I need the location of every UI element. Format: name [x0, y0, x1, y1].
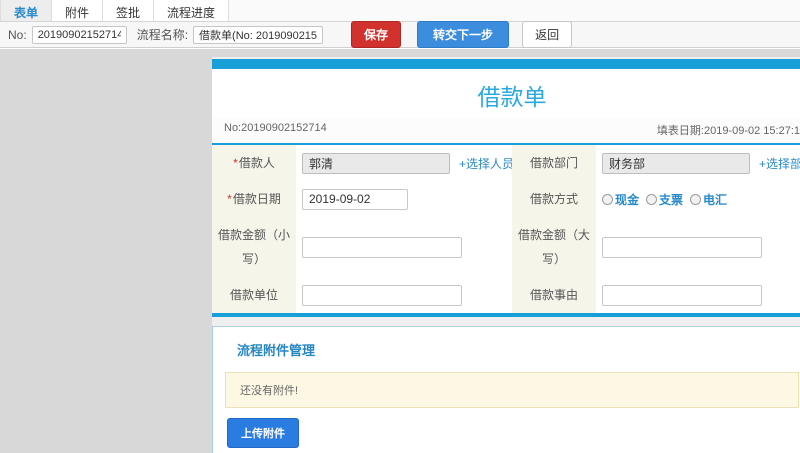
select-person-link[interactable]: +选择人员 — [459, 155, 514, 172]
radio-check[interactable]: 支票 — [646, 191, 683, 208]
back-button[interactable]: 返回 — [522, 21, 573, 48]
borrow-reason-input[interactable] — [602, 284, 762, 306]
form-date-text: 填表日期:2019-09-02 15:27:1 — [656, 125, 800, 137]
borrow-date-label: *借款日期 — [212, 181, 296, 217]
form-no-text: No:20190902152714 — [224, 122, 327, 134]
required-asterisk: * — [227, 192, 232, 206]
borrow-unit-input[interactable] — [302, 284, 462, 306]
action-toolbar: No: 流程名称: 保存 转交下一步 返回 — [0, 21, 800, 48]
amount-lowercase-input[interactable] — [302, 236, 462, 258]
forward-next-step-button[interactable]: 转交下一步 — [417, 21, 510, 48]
tab-approval[interactable]: 签批 — [103, 0, 155, 21]
department-label: 借款部门 — [512, 145, 596, 181]
borrow-date-input[interactable] — [302, 188, 408, 210]
amount-uppercase-input[interactable] — [602, 236, 762, 258]
tab-form[interactable]: 表单 — [0, 0, 53, 21]
amount-uppercase-field-cell — [596, 217, 800, 277]
borrow-reason-label: 借款事由 — [512, 277, 596, 313]
no-input[interactable] — [31, 25, 127, 44]
no-label: No: — [8, 27, 27, 42]
borrow-date-field-cell — [296, 181, 512, 217]
flow-name-label: 流程名称: — [136, 28, 189, 42]
amount-lowercase-label: 借款金额（小写） — [212, 217, 296, 277]
tab-attachment[interactable]: 附件 — [52, 0, 104, 21]
loan-form-table: *借款人 +选择人员 借款部门 +选择部门 *借款日期 — [212, 145, 800, 317]
borrow-method-field-cell: 现金 支票 电汇 — [596, 181, 800, 217]
department-field-cell: +选择部门 — [596, 145, 800, 181]
loan-form-sheet: 借款单 No:20190902152714 填表日期:2019-09-02 15… — [212, 59, 800, 317]
borrower-label: *借款人 — [212, 145, 296, 181]
select-department-link[interactable]: +选择部门 — [759, 155, 800, 172]
borrow-reason-field-cell — [596, 277, 800, 313]
radio-wire-transfer[interactable]: 电汇 — [690, 191, 727, 208]
attachment-panel-header: 流程附件管理 — [237, 343, 316, 358]
panel-top-accent-bar — [212, 59, 800, 69]
borrow-unit-field-cell — [296, 277, 512, 313]
amount-uppercase-label: 借款金额（大写） — [512, 217, 596, 277]
tab-bar: 表单 附件 签批 流程进度 — [0, 0, 800, 22]
attachment-panel: 流程附件管理 还没有附件! 上传附件 — [212, 326, 800, 453]
save-button[interactable]: 保存 — [351, 21, 402, 48]
radio-cash[interactable]: 现金 — [602, 191, 639, 208]
department-input[interactable] — [602, 152, 750, 174]
radio-button-icon[interactable] — [690, 193, 702, 205]
borrow-method-label: 借款方式 — [512, 181, 596, 217]
borrower-field-cell: +选择人员 — [296, 145, 514, 181]
workspace-background: 借款单 No:20190902152714 填表日期:2019-09-02 15… — [0, 49, 800, 453]
form-title: 借款单 — [477, 84, 547, 110]
borrow-method-radio-group: 现金 支票 电汇 — [602, 191, 734, 208]
tab-process-progress[interactable]: 流程进度 — [154, 0, 230, 21]
borrow-unit-label: 借款单位 — [212, 277, 296, 313]
radio-button-icon[interactable] — [602, 193, 613, 205]
amount-lowercase-field-cell — [296, 217, 512, 277]
flow-name-input[interactable] — [193, 25, 324, 44]
required-asterisk: * — [233, 156, 238, 170]
no-attachment-alert: 还没有附件! — [225, 372, 799, 408]
upload-attachment-button[interactable]: 上传附件 — [227, 418, 299, 448]
radio-button-icon[interactable] — [646, 193, 658, 205]
form-panel: 借款单 No:20190902152714 填表日期:2019-09-02 15… — [212, 57, 800, 453]
form-meta-row: No:20190902152714 填表日期:2019-09-02 15:27:… — [212, 118, 800, 145]
borrower-input[interactable] — [302, 152, 450, 174]
